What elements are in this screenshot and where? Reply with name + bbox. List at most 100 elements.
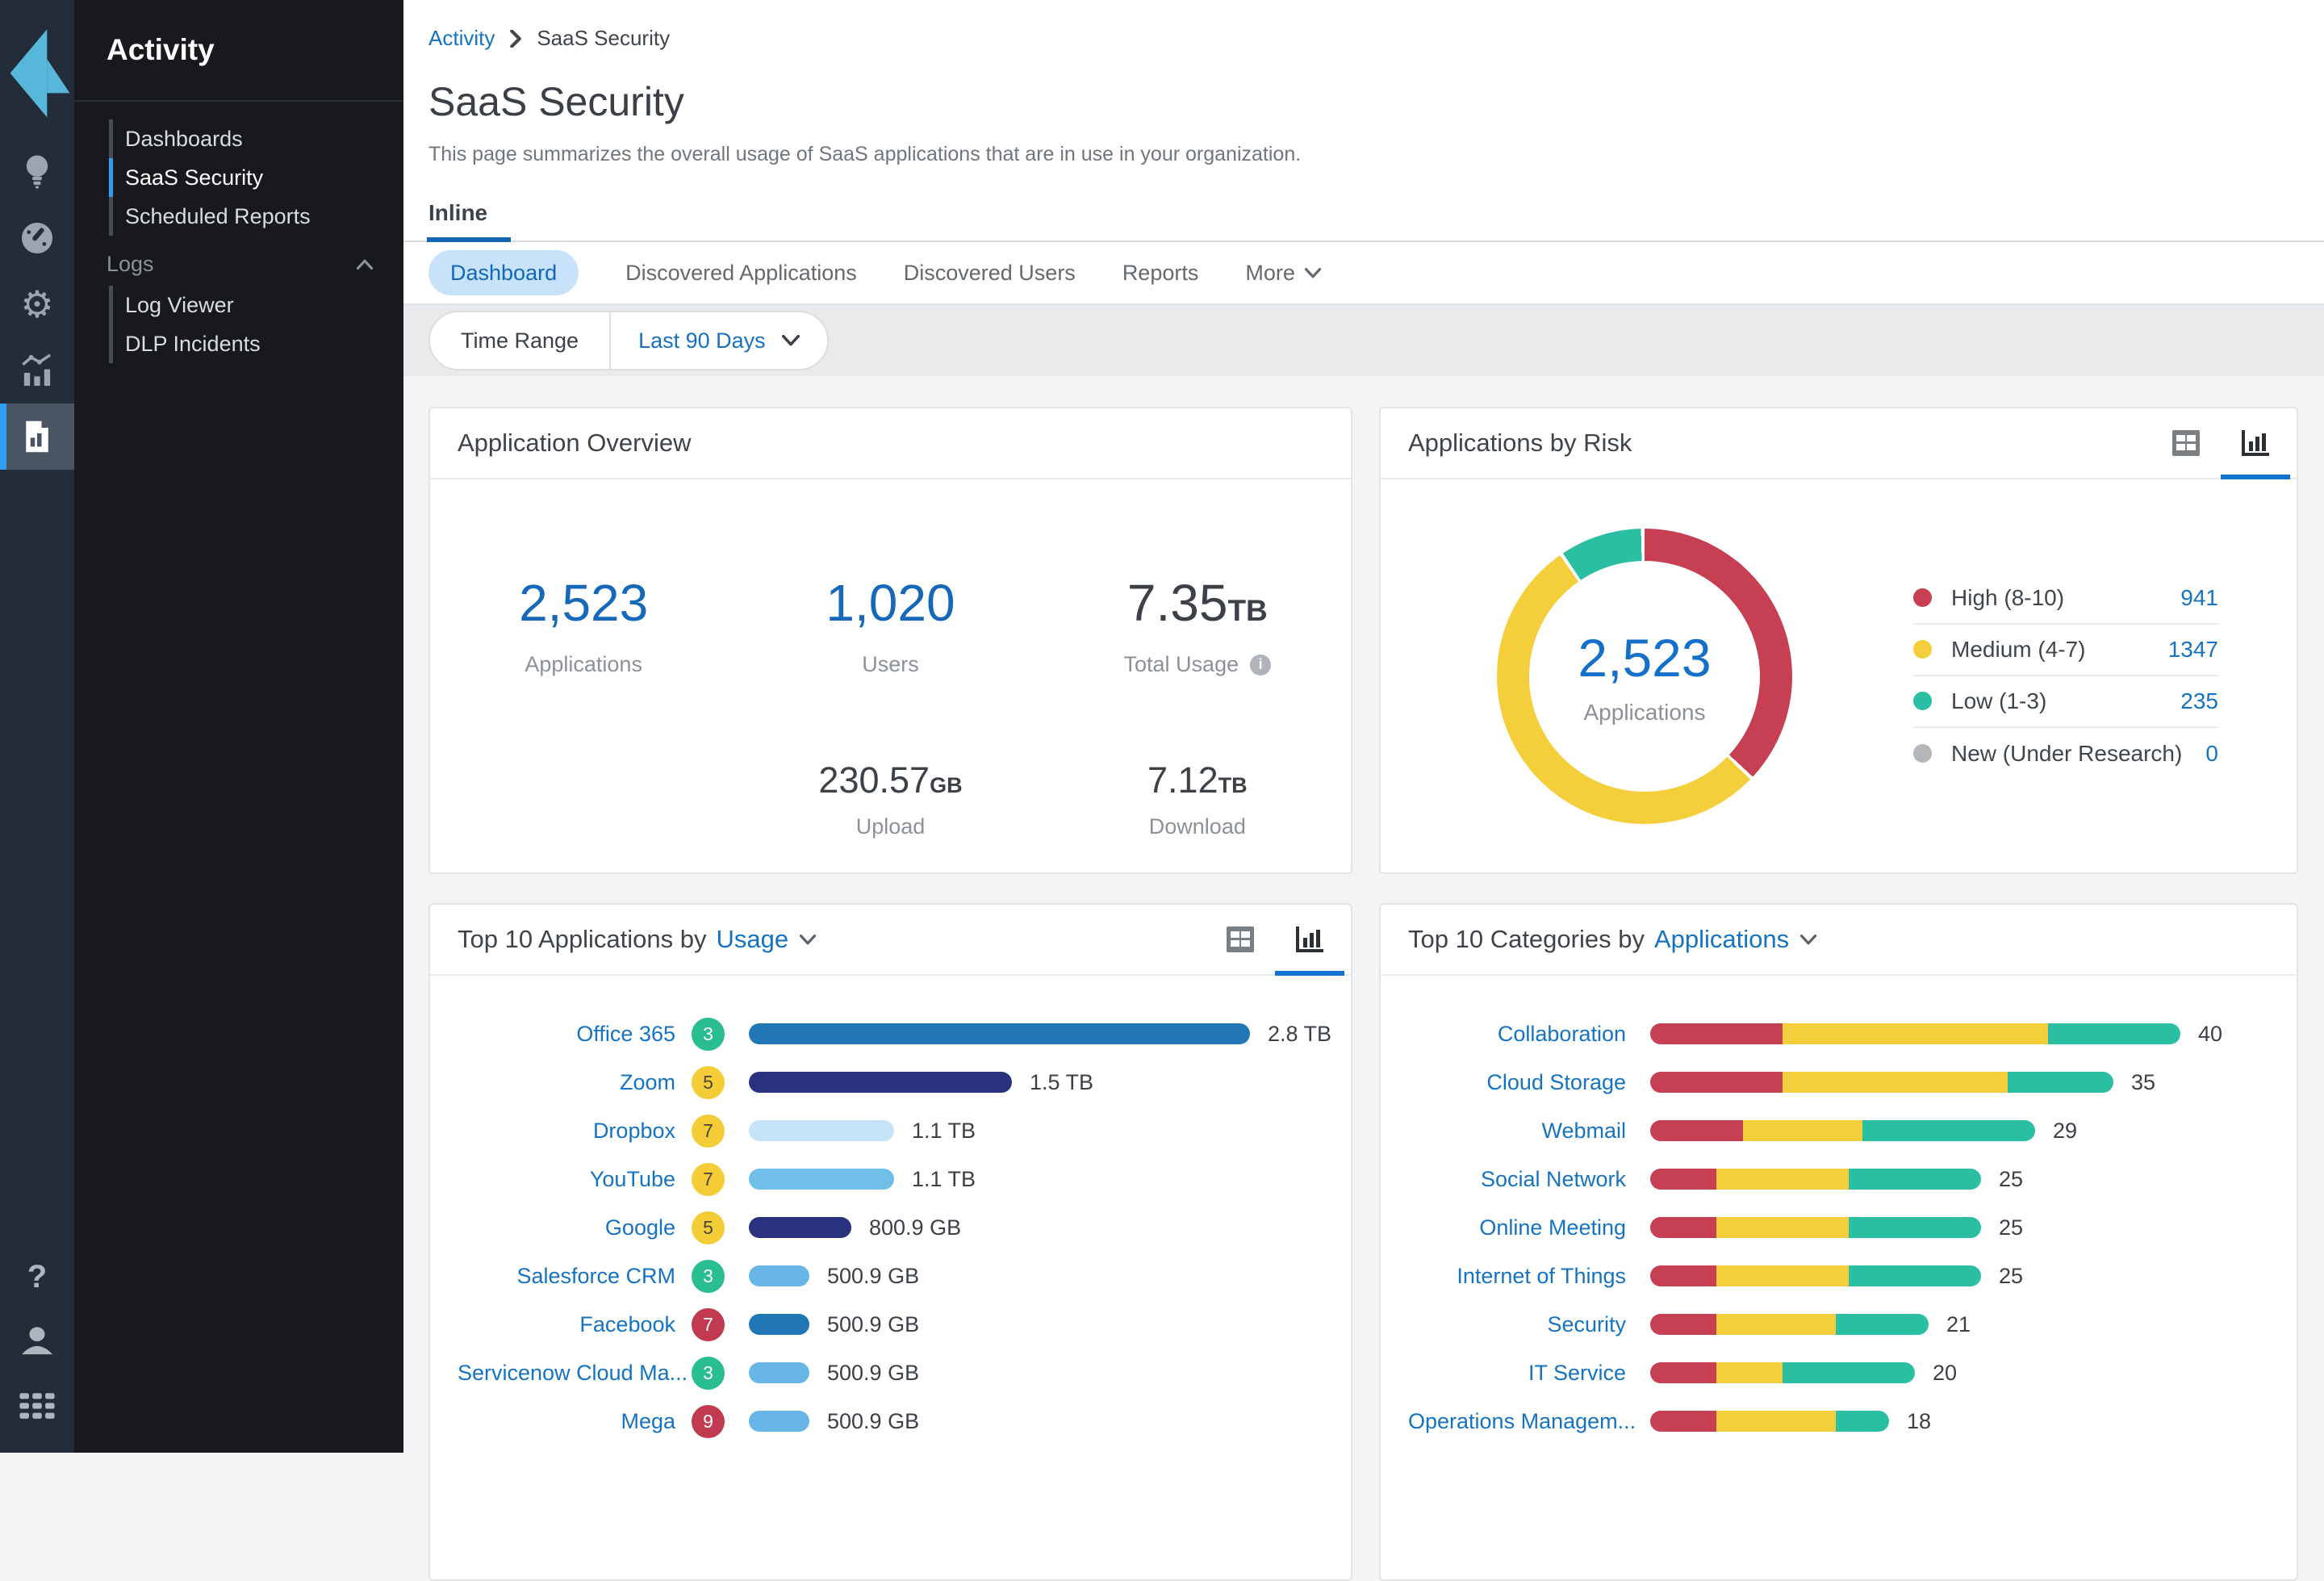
bar-chart-view-icon[interactable] xyxy=(2242,408,2269,478)
category-link[interactable]: Webmail xyxy=(1408,1119,1626,1144)
tab-dashboard[interactable]: Dashboard xyxy=(428,250,579,295)
category-link[interactable]: Collaboration xyxy=(1408,1022,1626,1047)
usage-bar[interactable] xyxy=(749,1411,809,1432)
tab-discovered-applications[interactable]: Discovered Applications xyxy=(625,261,857,286)
bar-segment-medium xyxy=(1783,1023,2048,1044)
tab-reports[interactable]: Reports xyxy=(1122,261,1199,286)
top-applications-rows: Office 36532.8 TBZoom51.5 TBDropbox71.1 … xyxy=(430,976,1351,1445)
sidebar-item-dashboards[interactable]: Dashboards xyxy=(74,119,403,158)
settings-gear-icon[interactable]: ⚙ xyxy=(0,271,74,337)
app-link[interactable]: Office 365 xyxy=(458,1022,675,1047)
info-icon[interactable]: i xyxy=(1250,655,1271,675)
bar-segment-medium xyxy=(1783,1072,2008,1093)
risk-score-badge: 7 xyxy=(692,1163,725,1196)
table-view-icon[interactable] xyxy=(1227,905,1254,974)
app-usage-row: Office 36532.8 TB xyxy=(430,1010,1351,1058)
category-link[interactable]: Cloud Storage xyxy=(1408,1070,1626,1095)
analytics-chart-icon[interactable] xyxy=(0,337,74,404)
sidebar-item-dlp-incidents[interactable]: DLP Incidents xyxy=(74,324,403,363)
app-link[interactable]: Servicenow Cloud Ma... xyxy=(458,1361,675,1386)
table-view-icon[interactable] xyxy=(2172,408,2200,478)
usage-bar[interactable] xyxy=(749,1169,894,1190)
usage-bar[interactable] xyxy=(749,1072,1012,1093)
app-link[interactable]: Mega xyxy=(458,1409,675,1434)
category-stacked-bar[interactable] xyxy=(1650,1314,1929,1335)
usage-value: 1.1 TB xyxy=(912,1167,976,1192)
stat-number: 7.35 xyxy=(1127,574,1228,632)
card-title: Top 10 Applications by xyxy=(458,925,707,954)
time-range-filter: Time Range Last 90 Days xyxy=(428,311,829,370)
card-applications-by-risk-header: Applications by Risk xyxy=(1381,408,2297,479)
reports-file-icon[interactable] xyxy=(0,404,74,470)
bar-segment-high xyxy=(1650,1072,1783,1093)
app-link[interactable]: Facebook xyxy=(458,1312,675,1337)
apps-grid-icon[interactable] xyxy=(0,1374,74,1438)
category-link[interactable]: Social Network xyxy=(1408,1167,1626,1192)
tab-more[interactable]: More xyxy=(1245,261,1321,286)
category-link[interactable]: Internet of Things xyxy=(1408,1264,1626,1289)
category-link[interactable]: Operations Managem... xyxy=(1408,1409,1626,1434)
time-range-value-dropdown[interactable]: Last 90 Days xyxy=(611,312,827,369)
category-stacked-bar[interactable] xyxy=(1650,1362,1915,1383)
legend-label: High (8-10) xyxy=(1951,585,2064,611)
risk-donut-chart[interactable]: 2,523 Applications xyxy=(1497,529,1792,824)
usage-bar[interactable] xyxy=(749,1217,851,1238)
legend-value-link[interactable]: 941 xyxy=(2180,585,2218,611)
category-stacked-bar[interactable] xyxy=(1650,1265,1981,1286)
user-icon[interactable] xyxy=(0,1309,74,1374)
legend-value-link[interactable]: 235 xyxy=(2180,688,2218,714)
usage-metric-dropdown[interactable]: Usage xyxy=(717,925,817,954)
overview-stat-applications: 2,523Applications xyxy=(430,573,737,677)
category-link[interactable]: Online Meeting xyxy=(1408,1215,1626,1240)
usage-bar[interactable] xyxy=(749,1362,809,1383)
sidebar-item-scheduled-reports[interactable]: Scheduled Reports xyxy=(74,197,403,236)
dashboard-speedometer-icon[interactable] xyxy=(0,205,74,271)
app-link[interactable]: Salesforce CRM xyxy=(458,1264,675,1289)
collapse-chevron-icon[interactable] xyxy=(357,259,373,270)
overview-stat-total-usage: 7.35TBTotal Usagei xyxy=(1044,573,1351,677)
app-link[interactable]: Dropbox xyxy=(458,1119,675,1144)
usage-bar[interactable] xyxy=(749,1265,809,1286)
usage-bar[interactable] xyxy=(749,1314,809,1335)
legend-value-link[interactable]: 1347 xyxy=(2168,637,2218,663)
legend-dot-icon xyxy=(1913,640,1932,659)
breadcrumb-activity-link[interactable]: Activity xyxy=(428,26,495,51)
help-icon[interactable]: ? xyxy=(0,1244,74,1309)
usage-bar[interactable] xyxy=(749,1023,1250,1044)
legend-value-link[interactable]: 0 xyxy=(2205,741,2218,767)
usage-bar[interactable] xyxy=(749,1120,894,1141)
category-stacked-bar[interactable] xyxy=(1650,1023,2180,1044)
risk-score-badge: 7 xyxy=(692,1308,725,1341)
tab-discovered-users[interactable]: Discovered Users xyxy=(904,261,1076,286)
category-link[interactable]: Security xyxy=(1408,1312,1626,1337)
tab-inline[interactable]: Inline xyxy=(428,200,491,240)
category-stacked-bar[interactable] xyxy=(1650,1120,2035,1141)
category-count: 25 xyxy=(1999,1167,2023,1192)
insights-lightbulb-icon[interactable] xyxy=(0,139,74,205)
sidebar-item-log-viewer[interactable]: Log Viewer xyxy=(74,286,403,324)
card-top-applications: Top 10 Applications by Usage xyxy=(428,903,1352,1581)
sidebar-item-saas-security[interactable]: SaaS Security xyxy=(74,158,403,197)
category-stacked-bar[interactable] xyxy=(1650,1072,2113,1093)
category-link[interactable]: IT Service xyxy=(1408,1361,1626,1386)
stat-label: Upload xyxy=(737,814,1043,839)
sidebar-section-logs[interactable]: Logs xyxy=(74,242,403,286)
bar-chart-view-icon[interactable] xyxy=(1296,905,1323,974)
category-row: Internet of Things25 xyxy=(1381,1252,2297,1300)
netskope-logo-icon[interactable] xyxy=(2,19,73,124)
page-title: SaaS Security xyxy=(428,78,2324,125)
app-link[interactable]: Zoom xyxy=(458,1070,675,1095)
category-count: 35 xyxy=(2131,1070,2155,1095)
category-stacked-bar[interactable] xyxy=(1650,1169,1981,1190)
usage-value: 500.9 GB xyxy=(827,1312,919,1337)
donut-total: 2,523 xyxy=(1578,627,1711,688)
app-link[interactable]: YouTube xyxy=(458,1167,675,1192)
applications-metric-dropdown[interactable]: Applications xyxy=(1654,925,1816,954)
legend-label: Low (1-3) xyxy=(1951,688,2046,714)
stat-number: 1,020 xyxy=(826,574,955,632)
category-stacked-bar[interactable] xyxy=(1650,1217,1981,1238)
app-usage-row: YouTube 7 1.1 TB xyxy=(430,1155,1351,1203)
app-link[interactable]: Google xyxy=(458,1215,675,1240)
category-stacked-bar[interactable] xyxy=(1650,1411,1889,1432)
page-header: Activity SaaS Security SaaS Security Thi… xyxy=(403,0,2324,242)
